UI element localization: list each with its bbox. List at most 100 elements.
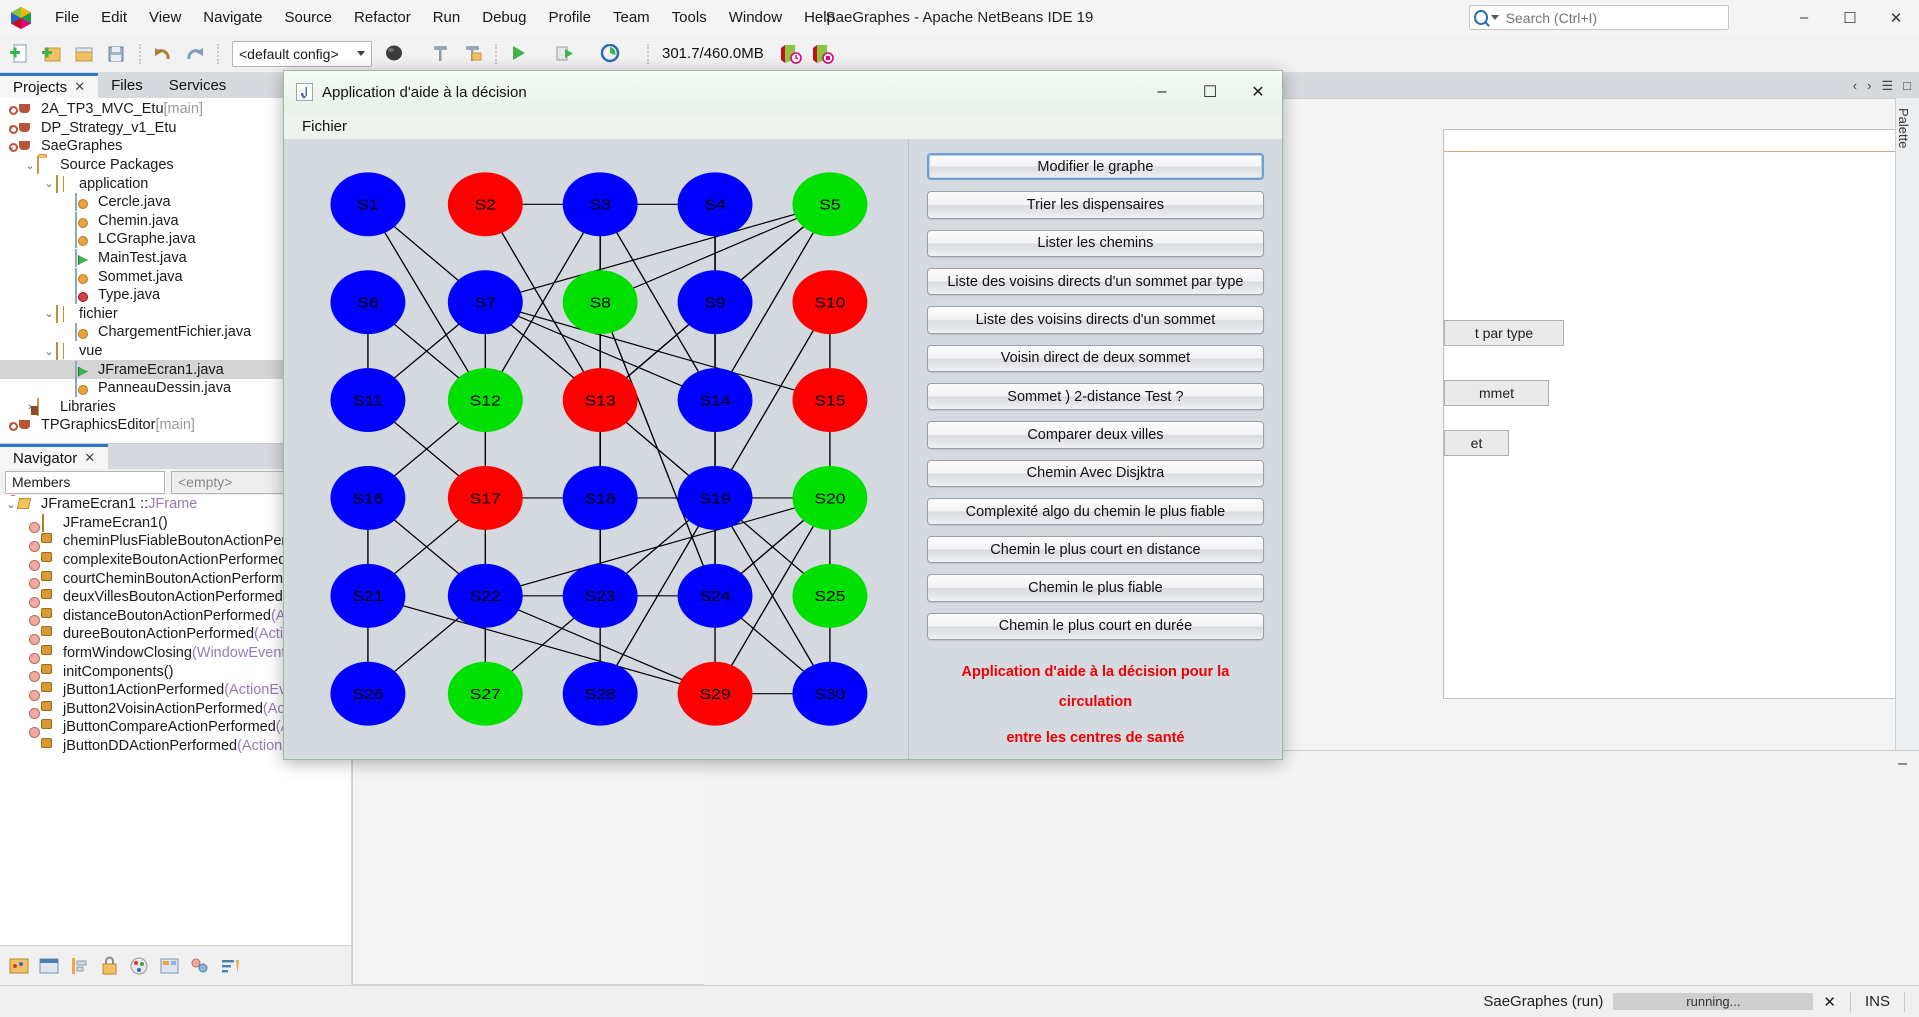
editor-maximize-icon[interactable]: □ (1903, 78, 1911, 93)
save-all-icon[interactable] (102, 39, 132, 69)
chevron-down-icon[interactable]: ⌄ (42, 345, 56, 358)
run-dropdown-arrow-icon[interactable] (536, 39, 548, 69)
class-icon (18, 496, 35, 512)
chevron-down-icon[interactable]: ⌄ (42, 177, 56, 190)
colors-tool-icon[interactable] (128, 955, 152, 977)
tab-navigator[interactable]: Navigator ✕ (0, 444, 108, 469)
palette-tool-icon[interactable] (8, 955, 32, 977)
dialog-maximize-button[interactable]: ☐ (1186, 71, 1234, 113)
dialog-title-bar[interactable]: Application d'aide à la décision – ☐ ✕ (284, 71, 1282, 113)
dialog-body: S1S2S3S4S5S6S7S8S9S10S11S12S13S14S15S16S… (284, 139, 1282, 759)
redo-icon[interactable] (180, 39, 210, 69)
editor-prev-arrow-icon[interactable]: ‹ (1853, 78, 1857, 93)
global-search-box[interactable] (1469, 5, 1729, 30)
sort-tool-icon[interactable] (218, 955, 242, 977)
editor-next-arrow-icon[interactable]: › (1867, 78, 1871, 93)
menu-window[interactable]: Window (718, 5, 793, 30)
action-button-1[interactable]: Modifier le graphe (927, 153, 1264, 180)
memory-gauge[interactable]: 301.7/460.0MB (656, 45, 764, 62)
ghost-button-par-type[interactable]: t par type (1444, 320, 1564, 346)
editor-list-icon[interactable]: ☰ (1881, 78, 1893, 94)
maximize-button[interactable]: ☐ (1827, 0, 1873, 35)
action-button-12[interactable]: Chemin le plus fiable (927, 574, 1264, 601)
new-project-icon[interactable] (38, 39, 68, 69)
status-progress-bar[interactable]: running... (1613, 993, 1813, 1010)
action-button-4[interactable]: Liste des voisins directs d'un sommet pa… (927, 268, 1264, 295)
debug-dropdown-arrow-icon[interactable] (582, 39, 594, 69)
action-button-5[interactable]: Liste des voisins directs d'un sommet (927, 306, 1264, 333)
status-stop-icon[interactable]: ✕ (1823, 993, 1836, 1011)
clean-build-icon[interactable] (426, 39, 456, 69)
tab-services[interactable]: Services (156, 73, 240, 98)
navigator-members-select[interactable]: Members (5, 471, 165, 494)
search-input[interactable] (1504, 9, 1728, 27)
action-button-8[interactable]: Comparer deux villes (927, 421, 1264, 448)
action-button-10[interactable]: Complexité algo du chemin le plus fiable (927, 498, 1264, 525)
lock-tool-icon[interactable] (98, 955, 122, 977)
chevron-down-icon[interactable] (1491, 15, 1499, 20)
close-button[interactable]: ✕ (1873, 0, 1919, 35)
dialog-close-button[interactable]: ✕ (1234, 71, 1282, 113)
tree-node-label: PanneauDessin.java (98, 380, 231, 396)
action-button-2[interactable]: Trier les dispensaires (927, 191, 1264, 218)
menu-file[interactable]: File (44, 5, 90, 30)
action-button-6[interactable]: Voisin direct de deux sommet (927, 345, 1264, 372)
profile-dropdown-arrow-icon[interactable] (628, 39, 640, 69)
action-button-13[interactable]: Chemin le plus court en durée (927, 613, 1264, 640)
menu-view[interactable]: View (138, 5, 192, 30)
open-project-icon[interactable] (70, 39, 100, 69)
menu-team[interactable]: Team (602, 5, 661, 30)
profile-project-icon[interactable] (596, 39, 626, 69)
menu-source[interactable]: Source (273, 5, 343, 30)
align-tool-icon[interactable] (68, 955, 92, 977)
menu-refactor[interactable]: Refactor (343, 5, 422, 30)
svg-text:S30: S30 (814, 686, 845, 703)
package-icon (56, 176, 73, 192)
group-tool-icon[interactable] (188, 955, 212, 977)
chevron-down-icon[interactable]: ⌄ (23, 159, 37, 172)
tab-files[interactable]: Files (98, 73, 156, 98)
build-icon[interactable] (380, 39, 410, 69)
menu-run[interactable]: Run (422, 5, 472, 30)
output-minimize-icon[interactable]: – (1898, 755, 1907, 773)
chevron-down-icon[interactable]: ⌄ (42, 307, 56, 320)
dialog-menu-fichier[interactable]: Fichier (294, 116, 355, 137)
action-button-6-label: Voisin direct de deux sommet (1001, 350, 1190, 366)
menu-help[interactable]: Help (793, 5, 846, 30)
graph-canvas-panel[interactable]: S1S2S3S4S5S6S7S8S9S10S11S12S13S14S15S16S… (284, 139, 908, 759)
svg-text:S15: S15 (814, 393, 845, 410)
minimize-button[interactable]: – (1781, 0, 1827, 35)
menu-edit[interactable]: Edit (90, 5, 138, 30)
action-button-11[interactable]: Chemin le plus court en distance (927, 536, 1264, 563)
java-file-icon (75, 231, 92, 247)
ghost-button-et[interactable]: et (1444, 430, 1509, 456)
project-config-select[interactable]: <default config> (232, 41, 372, 67)
new-file-icon[interactable] (6, 39, 36, 69)
graph-drawing[interactable]: S1S2S3S4S5S6S7S8S9S10S11S12S13S14S15S16S… (298, 149, 900, 749)
menu-tools[interactable]: Tools (661, 5, 718, 30)
tab-projects[interactable]: Projects ✕ (0, 73, 98, 98)
action-button-5-label: Liste des voisins directs d'un sommet (976, 312, 1216, 328)
clean-project-icon[interactable] (458, 39, 488, 69)
action-button-3[interactable]: Lister les chemins (927, 230, 1264, 257)
ghost-button-sommet[interactable]: mmet (1444, 380, 1549, 406)
history-icon[interactable] (776, 39, 806, 69)
close-icon[interactable]: ✕ (74, 79, 85, 95)
navigator-item-label: deuxVillesBoutonActionPerformed (63, 589, 283, 605)
debug-project-icon[interactable] (550, 39, 580, 69)
method-icon (40, 719, 57, 735)
action-button-7[interactable]: Sommet ) 2-distance Test ? (927, 383, 1264, 410)
preview-tool-icon[interactable] (38, 955, 62, 977)
menu-profile[interactable]: Profile (537, 5, 602, 30)
action-button-9[interactable]: Chemin Avec Disjktra (927, 460, 1264, 487)
layout-tool-icon[interactable] (158, 955, 182, 977)
run-project-icon[interactable] (504, 39, 534, 69)
undo-icon[interactable] (148, 39, 178, 69)
stop-history-icon[interactable] (808, 39, 838, 69)
menu-debug[interactable]: Debug (471, 5, 537, 30)
menu-navigate[interactable]: Navigate (192, 5, 273, 30)
dialog-minimize-button[interactable]: – (1138, 71, 1186, 113)
close-icon[interactable]: ✕ (84, 450, 95, 466)
java-main-file-icon (75, 362, 92, 378)
build-dropdown-arrow-icon[interactable] (412, 39, 424, 69)
